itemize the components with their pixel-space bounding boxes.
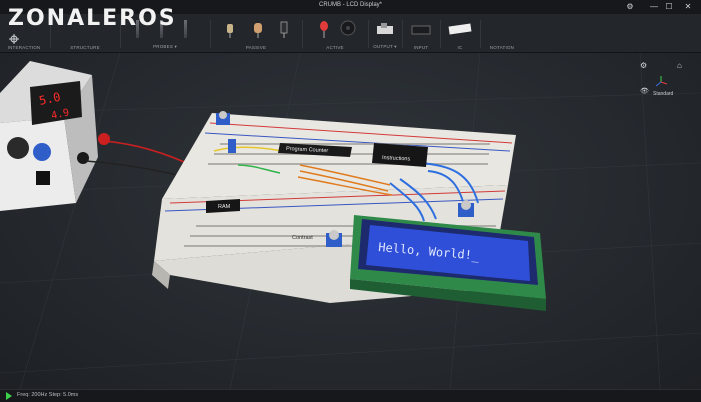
group-input[interactable]: INPUT <box>404 14 438 52</box>
crosshair-icon[interactable] <box>9 34 19 44</box>
group-passive[interactable]: PASSIVE <box>212 14 300 52</box>
home-icon[interactable]: ⌂ <box>677 61 682 70</box>
diode-icon[interactable] <box>278 20 288 38</box>
power-supply[interactable]: 5.0 4.9 <box>0 61 110 211</box>
capacitor <box>228 139 236 153</box>
group-label-output: OUTPUT ▾ <box>373 44 397 49</box>
led-red-icon[interactable] <box>318 20 328 38</box>
psu-knob[interactable] <box>7 137 29 159</box>
scene-viewport[interactable]: 5.0 4.9 Program Counter Instructions RAM… <box>0 53 701 389</box>
separator <box>440 20 441 48</box>
resistor-icon[interactable] <box>224 20 234 38</box>
probe-icon[interactable] <box>184 20 187 38</box>
camera-settings-gear-icon[interactable]: ⚙ <box>640 61 647 70</box>
play-icon[interactable] <box>6 392 12 400</box>
capacitor-icon[interactable] <box>252 20 262 38</box>
buzzer-icon[interactable] <box>340 20 356 38</box>
separator <box>368 20 369 48</box>
potentiometer-top[interactable] <box>216 111 230 125</box>
chip-instructions[interactable]: Instructions <box>372 143 428 167</box>
separator <box>302 20 303 48</box>
psu-terminal-black[interactable] <box>77 152 89 164</box>
axis-gizmo-icon[interactable] <box>654 75 668 89</box>
separator <box>210 20 211 48</box>
group-label-probes: PROBES ▾ <box>153 44 177 49</box>
switch-icon[interactable] <box>375 20 395 38</box>
group-output[interactable]: OUTPUT ▾ <box>370 14 400 52</box>
group-label-input: INPUT <box>413 45 429 50</box>
eye-icon[interactable]: 👁 <box>640 87 649 95</box>
settings-gear-icon[interactable]: ⚙ <box>624 2 636 11</box>
chip-ram[interactable]: RAM <box>206 199 240 213</box>
group-label-interaction: INTERACTION <box>7 45 41 50</box>
label-tag-icon[interactable] <box>446 20 474 38</box>
scene-canvas: 5.0 4.9 Program Counter Instructions RAM… <box>0 53 701 389</box>
maximize-icon[interactable]: ☐ <box>663 2 675 11</box>
group-label-ic: IC <box>457 45 463 50</box>
psu-knob-blue[interactable] <box>33 143 51 161</box>
group-ic[interactable]: IC <box>442 14 478 52</box>
group-active[interactable]: ACTIVE <box>304 14 366 52</box>
psu-terminal-red[interactable] <box>98 133 110 145</box>
minimize-icon[interactable]: — <box>648 2 660 11</box>
chip-label-ram: RAM <box>218 204 231 210</box>
view-mode-label: Standard <box>653 91 674 97</box>
status-text: Freq: 200Hz Step: 5.0ms <box>17 392 79 398</box>
separator <box>402 20 403 48</box>
contrast-label: Contrast <box>292 235 313 241</box>
psu-power-switch[interactable] <box>36 171 50 185</box>
separator <box>480 20 481 48</box>
brand-logo: ZONALEROS <box>8 6 177 31</box>
close-icon[interactable]: ✕ <box>682 2 694 11</box>
group-label-structure: STRUCTURE <box>70 45 100 50</box>
ic-chip-icon[interactable] <box>410 20 432 38</box>
group-label-passive: PASSIVE <box>245 45 267 50</box>
group-label-active: ACTIVE <box>326 45 344 50</box>
status-bar: Freq: 200Hz Step: 5.0ms <box>0 389 701 402</box>
group-notation[interactable]: NOTATION <box>482 14 522 52</box>
group-label-notation: NOTATION <box>489 45 515 50</box>
